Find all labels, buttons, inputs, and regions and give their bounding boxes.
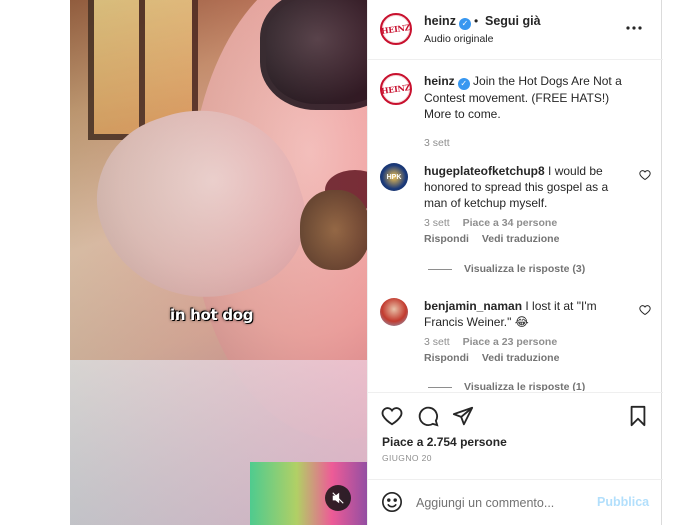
comment-composer: Pubblica — [368, 479, 663, 525]
emoji-button[interactable] — [381, 491, 403, 518]
audio-link[interactable]: Audio originale — [424, 33, 493, 45]
comment-like-button[interactable] — [639, 169, 651, 184]
paper-plane-icon — [452, 406, 474, 426]
comment-input[interactable] — [416, 492, 591, 514]
caption-author-avatar[interactable]: HEINZ — [380, 73, 412, 105]
post-date[interactable]: GIUGNO 20 — [382, 453, 432, 463]
comment-actions: Rispondi Vedi traduzione — [424, 233, 569, 245]
smiley-face-icon — [382, 492, 402, 512]
replies-line — [428, 268, 452, 270]
verified-badge-icon: ✓ — [458, 18, 471, 30]
translate-button[interactable]: Vedi traduzione — [482, 233, 560, 245]
comment-time[interactable]: 3 sett — [424, 217, 450, 229]
comment-bubble-icon — [418, 406, 439, 427]
commenter-avatar[interactable]: HPK — [380, 163, 408, 191]
header-separator: • — [474, 14, 479, 28]
share-button[interactable] — [452, 405, 474, 427]
comment-body: benjamin_naman I lost it at "I'm Francis… — [424, 298, 634, 330]
video-color-tint — [70, 0, 367, 525]
comment-button[interactable] — [417, 405, 439, 427]
comment-body: hugeplateofketchup8 I would be honored t… — [424, 163, 634, 211]
view-replies-button[interactable]: Visualizza le risposte (3) — [428, 263, 585, 275]
author-username: heinz — [424, 14, 456, 28]
like-button[interactable] — [381, 405, 403, 427]
verified-badge-icon: ✓ — [457, 78, 470, 90]
post-video[interactable]: in hot dog — [70, 0, 367, 525]
bookmark-icon — [630, 405, 646, 427]
caption-body: heinz ✓ Join the Hot Dogs Are Not a Conte… — [424, 73, 634, 122]
speaker-muted-icon — [332, 492, 344, 504]
more-horizontal-icon — [626, 26, 642, 30]
translate-button[interactable]: Vedi traduzione — [482, 352, 560, 364]
likes-count[interactable]: Piace a 2.754 persone — [382, 435, 507, 449]
commenter-avatar[interactable] — [380, 298, 408, 326]
caption-time[interactable]: 3 sett — [424, 137, 450, 149]
instagram-post-modal: in hot dog HEINZ heinz ✓ • Segui già Audi… — [0, 0, 700, 525]
comment-likes[interactable]: Piace a 23 persone — [463, 336, 558, 348]
comment-likes[interactable]: Piace a 34 persone — [463, 217, 558, 229]
view-replies-button[interactable]: Visualizza le risposte (1) — [428, 381, 585, 391]
heart-icon — [639, 170, 651, 181]
view-replies-label: Visualizza le risposte (3) — [464, 263, 586, 275]
save-button[interactable] — [627, 405, 649, 427]
reply-button[interactable]: Rispondi — [424, 352, 469, 364]
comment-like-button[interactable] — [639, 304, 651, 319]
author-avatar[interactable]: HEINZ — [380, 13, 412, 45]
post-header: HEINZ heinz ✓ • Segui già Audio originale — [368, 0, 663, 60]
reply-button[interactable]: Rispondi — [424, 233, 469, 245]
publish-button[interactable]: Pubblica — [597, 495, 649, 509]
post-side-panel: HEINZ heinz ✓ • Segui già Audio originale… — [367, 0, 663, 525]
comment-meta: 3 sett Piace a 34 persone — [424, 217, 567, 229]
comment-actions: Rispondi Vedi traduzione — [424, 352, 569, 364]
comments-list[interactable]: HEINZ heinz ✓ Join the Hot Dogs Are Not a… — [368, 61, 663, 391]
more-options-button[interactable] — [626, 17, 642, 35]
caption-meta: 3 sett — [424, 137, 460, 149]
author-username-link[interactable]: heinz ✓ — [424, 14, 471, 30]
heinz-logo: HEINZ — [380, 22, 412, 36]
video-caption: in hot dog — [170, 306, 254, 324]
comment-meta: 3 sett Piace a 23 persone — [424, 336, 567, 348]
comment-time[interactable]: 3 sett — [424, 336, 450, 348]
mute-button[interactable] — [325, 485, 351, 511]
caption-username[interactable]: heinz — [424, 74, 455, 88]
post-action-bar: Piace a 2.754 persone GIUGNO 20 — [368, 392, 663, 470]
heart-icon — [639, 305, 651, 316]
comment-username[interactable]: benjamin_naman — [424, 299, 522, 313]
replies-line — [428, 386, 452, 388]
heart-icon — [381, 407, 403, 426]
comment-username[interactable]: hugeplateofketchup8 — [424, 164, 545, 178]
following-button[interactable]: Segui già — [485, 14, 541, 28]
view-replies-label: Visualizza le risposte (1) — [464, 381, 586, 391]
heinz-logo: HEINZ — [380, 82, 412, 96]
